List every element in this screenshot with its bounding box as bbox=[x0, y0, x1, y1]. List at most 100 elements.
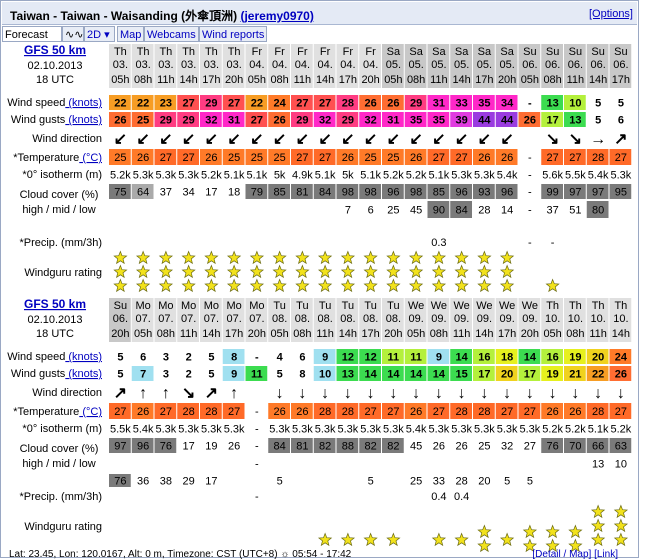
units-link[interactable]: (knots) bbox=[65, 368, 102, 380]
model-link[interactable]: GFS 50 km bbox=[24, 44, 86, 57]
cloud-low-value: 25 bbox=[410, 476, 422, 488]
date-label: 10. bbox=[590, 313, 605, 325]
wind-direction-arrow: ↓ bbox=[526, 385, 534, 402]
cloud-mid-value: 7 bbox=[345, 205, 351, 217]
wind-speed-value: 27 bbox=[296, 98, 308, 110]
hour-label: 14h bbox=[179, 74, 197, 86]
day-label: Th bbox=[205, 46, 218, 58]
forecast-column: Th03. 20h 27 31 ↙ 25 5.1k 18 bbox=[222, 44, 245, 199]
rating-star bbox=[204, 264, 219, 279]
wind-gusts-value: 21 bbox=[569, 369, 581, 381]
wind-speed-value: 16 bbox=[547, 352, 559, 364]
hour-label: 17h bbox=[339, 74, 357, 86]
temperature-value: 26 bbox=[501, 152, 513, 164]
model-link[interactable]: GFS 50 km bbox=[24, 297, 86, 311]
units-link[interactable]: (knots) bbox=[65, 114, 102, 126]
isotherm-value: 5.3k bbox=[178, 170, 199, 182]
date-label: 07. bbox=[249, 313, 264, 325]
cloud-high-value: 84 bbox=[274, 441, 286, 453]
date-label: 09. bbox=[454, 313, 469, 325]
date-label: 08. bbox=[317, 313, 332, 325]
wind-direction-arrow: ↙ bbox=[364, 131, 377, 148]
wind-speed-value: 5 bbox=[618, 98, 624, 110]
wind-direction-arrow: ↙ bbox=[227, 131, 240, 148]
units-link[interactable]: (°C) bbox=[79, 152, 102, 164]
hour-label: 05h bbox=[270, 328, 288, 340]
isotherm-value: 5.3k bbox=[269, 424, 290, 436]
units-link[interactable]: (°C) bbox=[79, 406, 102, 418]
rating-star bbox=[249, 250, 265, 265]
wind-direction-arrow: ↓ bbox=[503, 385, 511, 402]
options-link[interactable]: [Options] bbox=[589, 8, 633, 20]
rating-star bbox=[317, 250, 333, 265]
forecast-block: GFS 50 km 02.10.2013 18 UTC Wind speed (kno… bbox=[7, 44, 632, 279]
rating-star bbox=[181, 264, 196, 279]
wind-speed-value: 9 bbox=[436, 352, 442, 364]
temperature-value: 25 bbox=[251, 152, 263, 164]
tab-map[interactable]: Map bbox=[117, 26, 144, 42]
forecast-column: Tu08. 14h 12 13 ↓ 28 5.3k 88 bbox=[336, 298, 359, 453]
tab-wind-reports[interactable]: Wind reports bbox=[199, 26, 267, 42]
day-label: We bbox=[499, 300, 515, 312]
wind-speed-value: 22 bbox=[251, 98, 263, 110]
forecast-column: Tu08. 17h 12 14 ↓ 27 5.3k 82 5 bbox=[359, 298, 382, 488]
tab-forecast[interactable]: Forecast bbox=[2, 26, 62, 42]
hour-label: 05h bbox=[543, 328, 561, 340]
date-label: 07. bbox=[181, 313, 196, 325]
cloud-high-value: 99 bbox=[547, 187, 559, 199]
rating-star bbox=[386, 532, 401, 547]
rating-star bbox=[363, 532, 378, 547]
isotherm-value: 5.5k bbox=[110, 424, 131, 436]
wind-gusts-label: Wind gusts (knots) bbox=[11, 114, 102, 126]
hour-label: 11h bbox=[589, 328, 607, 340]
wind-speed-value: 34 bbox=[501, 98, 514, 110]
wind-speed-value: 22 bbox=[114, 98, 126, 110]
wind-gusts-value: 26 bbox=[274, 115, 286, 127]
wind-direction-arrow: ↓ bbox=[298, 385, 306, 402]
date-label: 03. bbox=[181, 59, 196, 71]
date-label: 05. bbox=[386, 59, 401, 71]
units-link[interactable]: (knots) bbox=[65, 351, 102, 363]
forecast-column: Fr04. 08h 24 26 ↙ 25 5k 85 bbox=[268, 44, 290, 199]
cloud-cover-label: Cloud cover (%) bbox=[20, 443, 99, 455]
precip-label: *Precip. (mm/3h) bbox=[19, 237, 102, 249]
forecast-column: Th03. 08h 22 25 ↙ 26 5.3k 64 bbox=[131, 44, 154, 199]
wind-direction-arrow: ↙ bbox=[136, 131, 149, 148]
wind-speed-value: 8 bbox=[231, 352, 237, 364]
isotherm-value: 5.3k bbox=[292, 424, 313, 436]
day-label: We bbox=[476, 300, 492, 312]
temperature-value: 26 bbox=[410, 152, 422, 164]
detail-link[interactable]: [Detail / Map] [Link] bbox=[532, 549, 618, 560]
units-link[interactable]: (knots) bbox=[65, 97, 102, 109]
isotherm-value: 5.3k bbox=[133, 170, 154, 182]
rating-star bbox=[158, 264, 174, 279]
day-label: Tu bbox=[342, 300, 354, 312]
rating-star bbox=[272, 264, 287, 279]
tab-webcams[interactable]: Webcams bbox=[144, 26, 199, 42]
cloud-high-value: 81 bbox=[296, 187, 308, 199]
precip-value: - bbox=[551, 237, 555, 249]
cloud-mid-value: 51 bbox=[569, 205, 581, 217]
wind-speed-value: 13 bbox=[547, 98, 559, 110]
hour-label: 17h bbox=[225, 328, 243, 340]
forecast-column: Tu08. 08h 6 8 ↓ 26 5.3k 81 bbox=[291, 298, 313, 453]
isotherm-value: 5.1k bbox=[246, 170, 267, 182]
isotherm-value: 5.3k bbox=[428, 424, 449, 436]
user-link[interactable]: (jeremy0970) bbox=[240, 9, 313, 23]
tab-2d[interactable]: 2D ▾ bbox=[84, 26, 115, 42]
cloud-high-value: 25 bbox=[478, 441, 490, 453]
isotherm-value: 5.3k bbox=[519, 424, 540, 436]
rating-star bbox=[226, 278, 242, 293]
wind-speed-value: 4 bbox=[277, 352, 284, 364]
hour-label: 14h bbox=[316, 74, 334, 86]
tab-graph[interactable]: ∿∿ bbox=[62, 26, 84, 42]
day-label: Su bbox=[523, 46, 536, 58]
cloud-mid-value: 14 bbox=[501, 205, 513, 217]
cloud-high-value: 75 bbox=[114, 187, 126, 199]
date-label: 10. bbox=[613, 313, 628, 325]
cloud-low-value: 38 bbox=[160, 476, 172, 488]
cloud-mid-value: - bbox=[255, 459, 259, 471]
rating-star bbox=[295, 264, 310, 279]
date-label: 09. bbox=[408, 313, 423, 325]
date-label: 04. bbox=[317, 59, 332, 71]
